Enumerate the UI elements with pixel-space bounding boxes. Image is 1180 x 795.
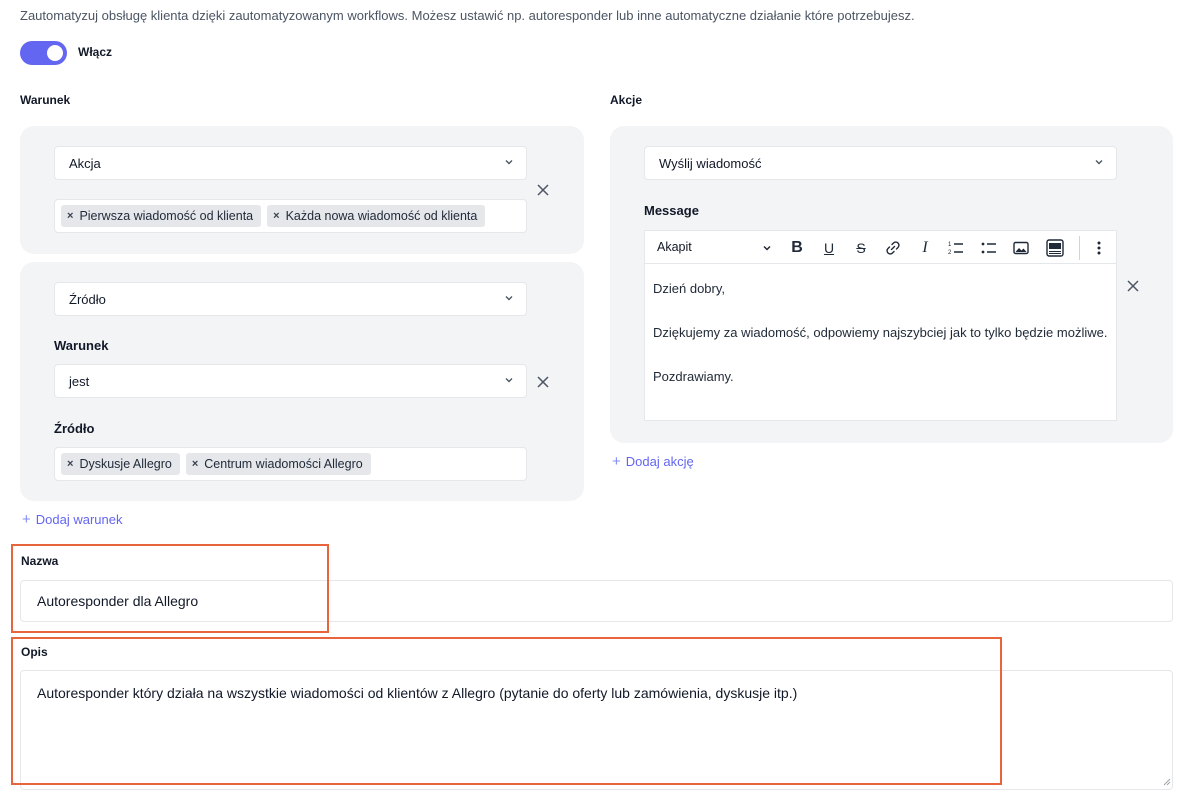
condition-type-value: Źródło <box>69 291 106 307</box>
chevron-down-icon[interactable] <box>762 243 772 253</box>
chip-remove-icon[interactable]: × <box>67 458 73 470</box>
message-line: Dziękujemy za wiadomość, odpowiemy najsz… <box>653 325 1108 340</box>
resize-handle-icon[interactable] <box>1162 777 1171 786</box>
toolbar-divider <box>1079 236 1080 260</box>
strikethrough-icon[interactable]: S <box>853 240 869 256</box>
source-multiselect[interactable]: × Dyskusje Allegro × Centrum wiadomości Al… <box>54 447 527 481</box>
bold-icon[interactable]: B <box>789 239 805 256</box>
chip-remove-icon[interactable]: × <box>67 210 73 222</box>
condition-type-select[interactable]: Akcja <box>54 146 527 180</box>
chevron-down-icon <box>505 296 513 301</box>
name-highlight-box <box>11 544 329 633</box>
source-label: Źródło <box>54 421 95 436</box>
chevron-down-icon <box>1095 160 1103 165</box>
html-icon[interactable] <box>1046 239 1064 257</box>
toggle-knob <box>47 45 63 61</box>
condition-operator-value: jest <box>69 373 90 389</box>
chip-each-new-message[interactable]: × Każda nowa wiadomość od klienta <box>267 205 486 227</box>
chip-label: Pierwsza wiadomość od klienta <box>79 209 254 223</box>
link-icon[interactable] <box>885 240 901 256</box>
actions-title: Akcje <box>610 93 643 107</box>
chevron-down-icon <box>505 378 513 383</box>
chip-remove-icon[interactable]: × <box>192 458 198 470</box>
action-multiselect[interactable]: × Pierwsza wiadomość od klienta × Każda no… <box>54 199 527 233</box>
chip-label: Każda nowa wiadomość od klienta <box>285 209 478 223</box>
chip-label: Dyskusje Allegro <box>79 457 172 471</box>
chip-remove-icon[interactable]: × <box>273 210 279 222</box>
add-action-label: Dodaj akcję <box>625 454 694 469</box>
action-type-select[interactable]: Wyślij wiadomość <box>644 146 1117 180</box>
condition-operator-label: Warunek <box>54 338 109 353</box>
chip-first-message[interactable]: × Pierwsza wiadomość od klienta <box>61 205 262 227</box>
add-condition-label: Dodaj warunek <box>35 512 123 527</box>
action-block: Wyślij wiadomość Message Akapit B U S I … <box>610 126 1173 443</box>
plus-icon: + <box>612 453 621 470</box>
condition-operator-select[interactable]: jest <box>54 364 527 398</box>
underline-icon[interactable]: U <box>821 240 837 256</box>
condition-block-source: Źródło Warunek jest Źródło × Dyskusje All… <box>20 262 584 501</box>
condition-block-action: Akcja × Pierwsza wiadomość od klienta × Ka… <box>20 126 584 254</box>
image-icon[interactable] <box>1013 240 1029 256</box>
bullet-list-icon[interactable] <box>981 240 997 256</box>
editor-toolbar: Akapit B U S I 12 <box>644 230 1117 264</box>
message-line: Dzień dobry, <box>653 281 726 296</box>
remove-action-icon[interactable] <box>1126 279 1140 293</box>
enable-toggle[interactable] <box>20 41 67 65</box>
chip-label: Centrum wiadomości Allegro <box>204 457 363 471</box>
plus-icon: + <box>22 511 31 528</box>
svg-text:1: 1 <box>948 242 952 248</box>
conditions-title: Warunek <box>20 93 71 107</box>
description-highlight-box <box>11 637 1002 785</box>
more-icon[interactable] <box>1091 240 1107 256</box>
add-condition-link[interactable]: + Dodaj warunek <box>22 511 122 528</box>
condition-type-value: Akcja <box>69 155 101 171</box>
italic-icon[interactable]: I <box>917 239 933 256</box>
chevron-down-icon <box>505 160 513 165</box>
enable-toggle-label: Włącz <box>78 45 113 59</box>
numbered-list-icon[interactable]: 12 <box>948 240 964 256</box>
message-editor[interactable]: Dzień dobry, Dziękujemy za wiadomość, od… <box>644 264 1117 421</box>
paragraph-style-select[interactable]: Akapit <box>657 240 692 254</box>
condition-type-select-source[interactable]: Źródło <box>54 282 527 316</box>
remove-condition-icon[interactable] <box>536 183 550 197</box>
remove-condition-icon[interactable] <box>536 375 550 389</box>
message-label: Message <box>644 203 699 218</box>
action-type-value: Wyślij wiadomość <box>659 155 762 171</box>
chip-allegro-message-center[interactable]: × Centrum wiadomości Allegro <box>185 453 371 475</box>
intro-text: Zautomatyzuj obsługę klienta dzięki zaut… <box>20 8 915 23</box>
svg-text:2: 2 <box>948 250 952 256</box>
message-line: Pozdrawiamy. <box>653 369 734 384</box>
chip-allegro-discussions[interactable]: × Dyskusje Allegro <box>61 453 180 475</box>
add-action-link[interactable]: + Dodaj akcję <box>612 453 694 470</box>
